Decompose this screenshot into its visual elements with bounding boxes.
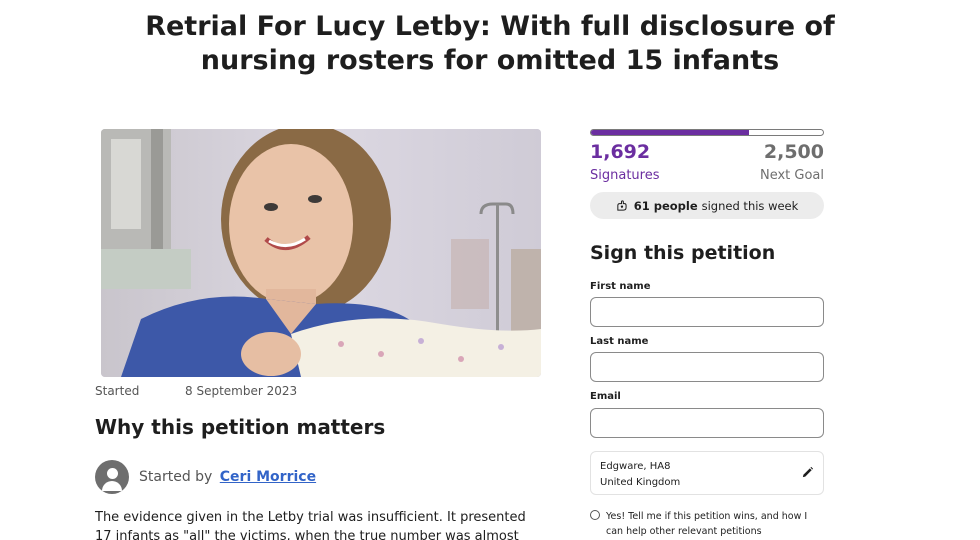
starter-link[interactable]: Ceri Morrice bbox=[220, 469, 316, 485]
goal-label: Next Goal bbox=[759, 168, 824, 183]
petition-body: The evidence given in the Letby trial wa… bbox=[95, 510, 526, 540]
hand-heart-icon bbox=[617, 200, 627, 211]
goal-count: 2,500 bbox=[763, 141, 824, 163]
avatar bbox=[95, 460, 129, 494]
signature-count: 1,692 bbox=[590, 141, 651, 163]
petition-image bbox=[101, 129, 541, 377]
optin-text: Yes! Tell me if this petition wins, and … bbox=[606, 511, 808, 537]
progress-fill bbox=[591, 130, 749, 135]
petition-title: Retrial For Lucy Letby: With full disclo… bbox=[145, 11, 835, 76]
pencil-icon[interactable] bbox=[801, 466, 814, 479]
last-name-label: Last name bbox=[590, 336, 649, 347]
started-by: Started by Ceri Morrice bbox=[139, 469, 316, 485]
started-label: Started bbox=[95, 384, 140, 398]
started-by-label: Started by bbox=[139, 469, 213, 485]
weekly-count: 61 people bbox=[633, 198, 698, 213]
email-input[interactable] bbox=[590, 408, 824, 438]
started-date: 8 September 2023 bbox=[185, 384, 298, 398]
starter-row: Started by Ceri Morrice bbox=[95, 460, 316, 494]
email-label: Email bbox=[590, 391, 621, 402]
location-city: Edgware, HA8 bbox=[600, 461, 671, 472]
weekly-suffix: signed this week bbox=[701, 198, 799, 213]
location-field[interactable]: Edgware, HA8 United Kingdom bbox=[590, 451, 824, 495]
optin-radio[interactable] bbox=[590, 510, 600, 520]
weekly-signers-pill: 61 people signed this week bbox=[590, 192, 824, 219]
signature-progress-bar bbox=[590, 129, 824, 136]
why-heading: Why this petition matters bbox=[95, 415, 386, 439]
first-name-label: First name bbox=[590, 281, 651, 292]
started-row: Started 8 September 2023 bbox=[95, 384, 297, 398]
signatures-label: Signatures bbox=[590, 168, 660, 183]
sign-heading: Sign this petition bbox=[590, 242, 776, 264]
last-name-input[interactable] bbox=[590, 352, 824, 382]
location-country: United Kingdom bbox=[600, 477, 681, 488]
first-name-input[interactable] bbox=[590, 297, 824, 327]
